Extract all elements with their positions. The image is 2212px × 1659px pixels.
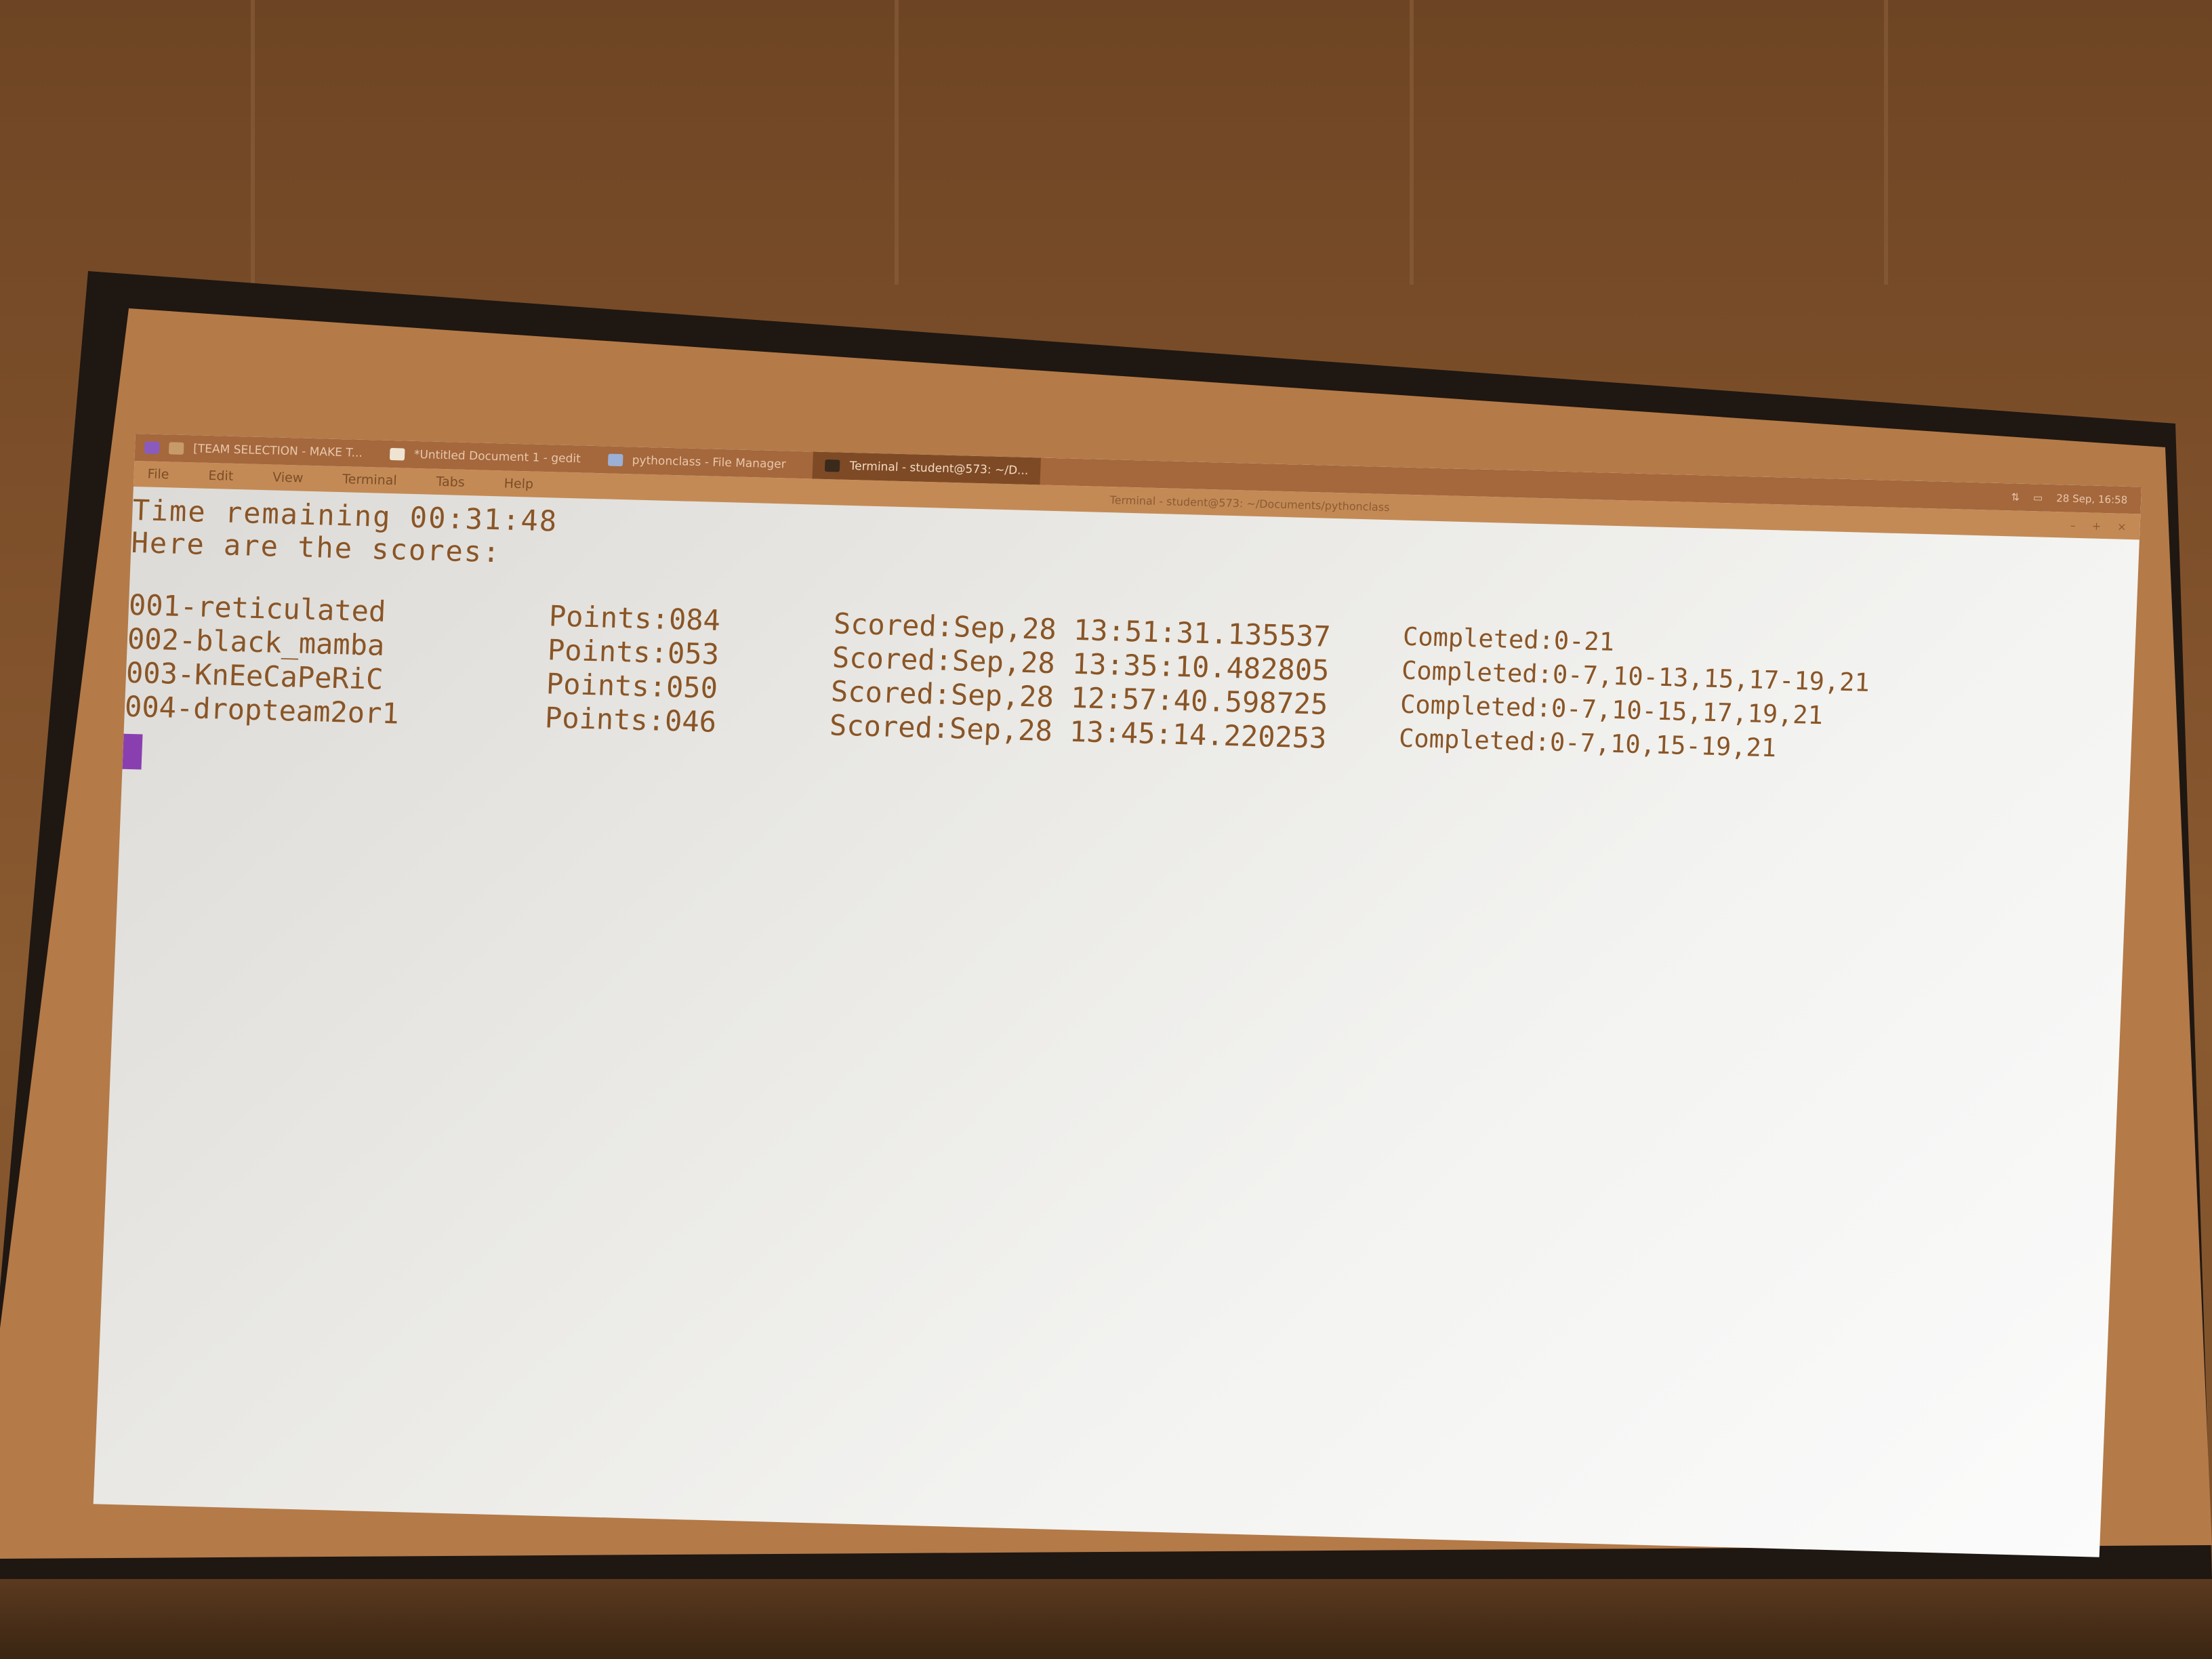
- terminal-cursor: [122, 733, 143, 770]
- team-points: Points:050: [546, 667, 718, 705]
- score-row: 001-reticulated Points:084 Scored:Sep,28…: [128, 588, 1615, 657]
- projection-room: [TEAM SELECTION - MAKE T... *Untitled Do…: [0, 0, 2212, 1659]
- menu-view[interactable]: View: [272, 470, 304, 485]
- system-tray: ⇅ ▭ 28 Sep, 16:58: [2011, 491, 2141, 506]
- team-completed: Completed:0-7,10,15-19,21: [1398, 723, 1777, 763]
- clock[interactable]: 28 Sep, 16:58: [2056, 492, 2128, 506]
- network-icon[interactable]: ⇅: [2011, 491, 2020, 503]
- menu-file[interactable]: File: [147, 467, 169, 483]
- minimize-icon[interactable]: –: [2070, 518, 2076, 531]
- menu-tabs[interactable]: Tabs: [436, 474, 465, 490]
- team-completed: Completed:0-7,10-15,17,19,21: [1399, 689, 1824, 731]
- team-name: 004-dropteam2or1: [124, 689, 400, 731]
- team-points: Points:084: [548, 599, 721, 638]
- menu-terminal[interactable]: Terminal: [342, 472, 397, 488]
- menu-help[interactable]: Help: [504, 476, 533, 491]
- close-icon[interactable]: ×: [2117, 520, 2127, 533]
- window-title: Terminal - student@573: ~/Documents/pyth…: [1109, 493, 1390, 514]
- taskbar-item-label: Terminal - student@573: ~/D...: [849, 459, 1029, 478]
- menu-edit[interactable]: Edit: [208, 468, 234, 484]
- score-row: 004-dropteam2or1 Points:046 Scored:Sep,2…: [124, 690, 1777, 763]
- taskbar-item-browser[interactable]: [TEAM SELECTION - MAKE T...: [144, 441, 363, 460]
- team-points: Points:046: [544, 701, 717, 739]
- taskbar-item-label: pythonclass - File Manager: [632, 453, 787, 472]
- score-row: 002-black_mamba Points:053 Scored:Sep,28…: [127, 622, 1870, 697]
- folder-icon: [607, 453, 623, 467]
- terminal-output[interactable]: Time remaining 00:31:48 Here are the sco…: [94, 487, 2139, 1557]
- battery-icon[interactable]: ▭: [2033, 491, 2043, 504]
- taskbar-item-file-manager[interactable]: pythonclass - File Manager: [607, 453, 786, 471]
- maximize-icon[interactable]: +: [2091, 519, 2101, 532]
- taskbar-item-label: *Untitled Document 1 - gedit: [413, 447, 581, 466]
- taskbar-item-gedit[interactable]: *Untitled Document 1 - gedit: [389, 447, 581, 466]
- team-points: Points:053: [547, 633, 720, 671]
- terminal-icon: [825, 459, 841, 472]
- team-name: 003-KnEeCaPeRiC: [125, 655, 384, 696]
- taskbar-item-label: [TEAM SELECTION - MAKE T...: [192, 442, 363, 460]
- app-menu-icon[interactable]: [144, 441, 160, 454]
- text-editor-icon: [389, 447, 405, 461]
- screen-bottom-shadow: [0, 1579, 2212, 1659]
- score-row: 003-KnEeCaPeRiC Points:050 Scored:Sep,28…: [125, 656, 1824, 730]
- screen-display: [TEAM SELECTION - MAKE T... *Untitled Do…: [93, 434, 2142, 1557]
- window-controls: – + ×: [2070, 518, 2127, 533]
- browser-icon: [168, 442, 184, 455]
- team-name: 001-reticulated: [128, 588, 387, 628]
- team-name: 002-black_mamba: [127, 621, 386, 662]
- team-completed: Completed:0-21: [1402, 621, 1615, 657]
